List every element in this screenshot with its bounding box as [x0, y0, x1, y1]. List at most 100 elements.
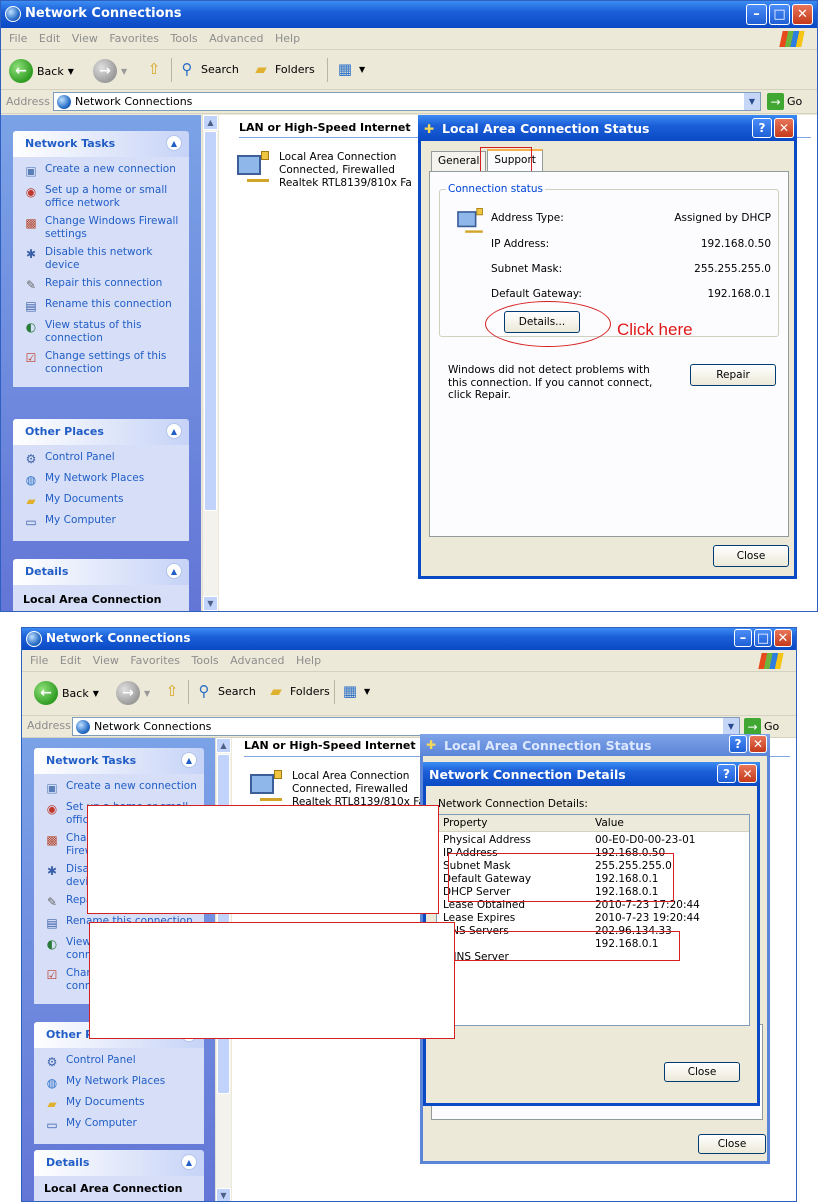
network-tasks-header[interactable]: Network Tasks ▲: [13, 131, 189, 157]
back-dropdown-icon[interactable]: ▼: [93, 689, 99, 698]
collapse-chevron-icon[interactable]: ▲: [166, 135, 182, 151]
place-network-places[interactable]: ◍ My Network Places: [44, 1075, 198, 1091]
views-button[interactable]: ▦ ▼: [335, 59, 365, 79]
menu-file[interactable]: File: [30, 654, 48, 667]
task-create-connection[interactable]: ▣ Create a new connection: [44, 780, 198, 796]
back-button[interactable]: ← Back ▼: [34, 681, 99, 705]
details-list[interactable]: Property Value Physical Address 00-E0-D0-…: [436, 814, 750, 1026]
menu-advanced[interactable]: Advanced: [230, 654, 284, 667]
menu-help[interactable]: Help: [275, 32, 300, 45]
sidebar-scrollbar[interactable]: ▲ ▼: [202, 115, 218, 611]
scroll-down-icon[interactable]: ▼: [216, 1188, 231, 1201]
place-control-panel[interactable]: ⚙ Control Panel: [23, 451, 183, 467]
views-button[interactable]: ▦ ▼: [340, 681, 370, 701]
task-rename[interactable]: ▤ Rename this connection: [23, 298, 183, 314]
close-button[interactable]: ✕: [749, 735, 767, 753]
back-dropdown-icon[interactable]: ▼: [68, 67, 74, 76]
help-button[interactable]: ?: [717, 764, 736, 783]
views-dropdown-icon[interactable]: ▼: [364, 687, 370, 696]
collapse-chevron-icon[interactable]: ▲: [181, 752, 197, 768]
go-button[interactable]: → Go: [744, 718, 779, 735]
close-button[interactable]: ✕: [738, 764, 757, 783]
address-dropdown-icon[interactable]: ▼: [744, 93, 760, 110]
collapse-chevron-icon[interactable]: ▲: [166, 563, 182, 579]
place-my-computer[interactable]: ▭ My Computer: [44, 1117, 198, 1133]
maximize-button[interactable]: □: [769, 4, 790, 25]
details-header[interactable]: Details ▲: [34, 1150, 204, 1176]
task-disable[interactable]: ✱ Disable this network device: [23, 246, 183, 272]
scroll-down-icon[interactable]: ▼: [203, 596, 218, 611]
task-create-connection[interactable]: ▣ Create a new connection: [23, 163, 183, 179]
close-button[interactable]: Close: [713, 545, 789, 567]
task-view-status[interactable]: ◐ View status of this connection: [23, 319, 183, 345]
folders-button[interactable]: ▰ Folders: [266, 681, 330, 701]
menu-favorites[interactable]: Favorites: [130, 654, 180, 667]
scroll-up-icon[interactable]: ▲: [216, 738, 231, 753]
menu-file[interactable]: File: [9, 32, 27, 45]
column-property[interactable]: Property: [443, 817, 487, 829]
go-button[interactable]: → Go: [767, 93, 802, 110]
address-input[interactable]: Network Connections ▼: [53, 92, 761, 111]
menu-favorites[interactable]: Favorites: [109, 32, 159, 45]
other-places-header[interactable]: Other Places ▲: [13, 419, 189, 445]
task-home-network[interactable]: ◉ Set up a home or small office network: [23, 184, 183, 210]
up-button[interactable]: ⇧: [162, 681, 182, 701]
menu-view[interactable]: View: [93, 654, 119, 667]
scroll-thumb[interactable]: [204, 131, 217, 511]
network-tasks-header[interactable]: Network Tasks ▲: [34, 748, 204, 774]
forward-dropdown-icon[interactable]: ▼: [144, 689, 150, 698]
task-firewall[interactable]: ▩ Change Windows Firewall settings: [23, 215, 183, 241]
menu-tools[interactable]: Tools: [192, 654, 219, 667]
address-dropdown-icon[interactable]: ▼: [723, 718, 739, 735]
connection-item[interactable]: Local Area Connection Connected, Firewal…: [246, 770, 425, 810]
forward-button[interactable]: → ▼: [116, 681, 150, 705]
minimize-button[interactable]: –: [734, 629, 752, 647]
repair-button[interactable]: Repair: [690, 364, 776, 386]
menu-tools[interactable]: Tools: [171, 32, 198, 45]
details-header[interactable]: Details ▲: [13, 559, 189, 585]
up-button[interactable]: ⇧: [144, 59, 164, 79]
table-row[interactable]: Physical Address 00-E0-D0-00-23-01: [437, 834, 749, 847]
menu-help[interactable]: Help: [296, 654, 321, 667]
forward-dropdown-icon[interactable]: ▼: [121, 67, 127, 76]
close-button[interactable]: ✕: [774, 118, 794, 138]
search-label: Search: [201, 62, 239, 76]
details-caption: Network Connection Details:: [438, 798, 588, 810]
connection-item[interactable]: Local Area Connection Connected, Firewal…: [233, 151, 412, 191]
maximize-button[interactable]: □: [754, 629, 772, 647]
search-button[interactable]: ⚲ Search: [194, 681, 256, 701]
help-button[interactable]: ?: [729, 735, 747, 753]
place-my-documents[interactable]: ▰ My Documents: [23, 493, 183, 509]
folders-button[interactable]: ▰ Folders: [251, 59, 315, 79]
collapse-chevron-icon[interactable]: ▲: [181, 1154, 197, 1170]
menu-edit[interactable]: Edit: [60, 654, 81, 667]
menu-view[interactable]: View: [72, 32, 98, 45]
table-row[interactable]: Lease Expires 2010-7-23 19:20:44: [437, 912, 749, 925]
close-button[interactable]: Close: [664, 1062, 740, 1082]
forward-button[interactable]: → ▼: [93, 59, 127, 83]
task-change-settings[interactable]: ☑ Change settings of this connection: [23, 350, 183, 376]
details-panel: Details ▲ Local Area Connection: [34, 1150, 204, 1201]
place-my-computer[interactable]: ▭ My Computer: [23, 514, 183, 530]
back-button[interactable]: ← Back ▼: [9, 59, 74, 83]
scroll-up-icon[interactable]: ▲: [203, 115, 218, 130]
menu-edit[interactable]: Edit: [39, 32, 60, 45]
close-button[interactable]: Close: [698, 1134, 766, 1154]
place-my-documents[interactable]: ▰ My Documents: [44, 1096, 198, 1112]
menu-advanced[interactable]: Advanced: [209, 32, 263, 45]
collapse-chevron-icon[interactable]: ▲: [166, 423, 182, 439]
search-button[interactable]: ⚲ Search: [177, 59, 239, 79]
new-connection-icon: ▣: [25, 163, 37, 178]
column-value[interactable]: Value: [595, 817, 624, 829]
close-button[interactable]: ✕: [774, 629, 792, 647]
place-control-panel[interactable]: ⚙ Control Panel: [44, 1054, 198, 1070]
firewall-icon: ▩: [25, 215, 37, 230]
help-button[interactable]: ?: [752, 118, 772, 138]
computer-icon: ▭: [46, 1117, 58, 1132]
close-button[interactable]: ✕: [792, 4, 813, 25]
views-dropdown-icon[interactable]: ▼: [359, 65, 365, 74]
task-repair[interactable]: ✎ Repair this connection: [23, 277, 183, 293]
tab-general[interactable]: General: [431, 151, 487, 171]
minimize-button[interactable]: –: [746, 4, 767, 25]
place-network-places[interactable]: ◍ My Network Places: [23, 472, 183, 488]
